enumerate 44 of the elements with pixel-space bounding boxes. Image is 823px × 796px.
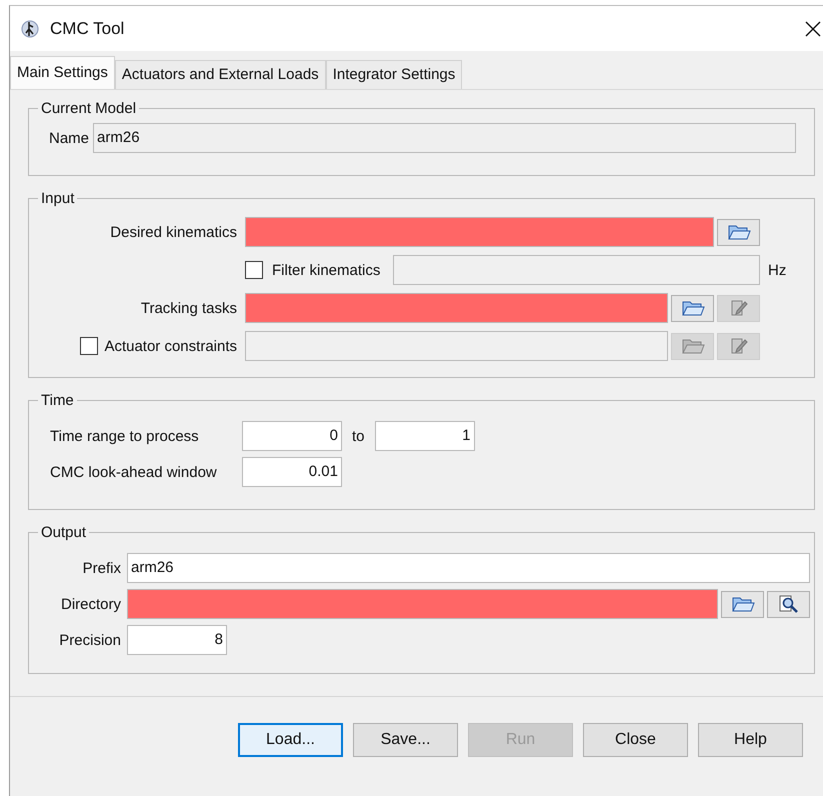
folder-icon <box>726 223 750 241</box>
field-label: Precision <box>58 632 121 648</box>
app-icon <box>20 18 40 38</box>
tab[interactable]: Main Settings <box>10 56 115 89</box>
search-icon <box>776 595 800 613</box>
file-field[interactable] <box>245 217 714 247</box>
file-field[interactable] <box>245 293 668 323</box>
tab[interactable]: Actuators and External Loads <box>114 60 326 89</box>
prefix-field[interactable]: arm26 <box>127 553 810 583</box>
field-label: Prefix <box>82 560 121 576</box>
name-field: arm26 <box>93 123 796 153</box>
end-time-field[interactable]: 1 <box>374 421 475 451</box>
folder-icon <box>680 299 704 317</box>
unit-label: Hz <box>768 262 786 278</box>
window-title: CMC Tool <box>50 18 126 38</box>
open-folder-button[interactable] <box>721 590 764 618</box>
close-icon[interactable] <box>805 20 821 36</box>
dialog-button[interactable]: Close <box>583 723 688 757</box>
field-label: CMC look-ahead window <box>50 464 218 480</box>
folder-icon <box>730 595 754 613</box>
group-title: Output <box>40 524 88 541</box>
field-label: Tracking tasks <box>140 300 237 316</box>
field-label: Time range to process <box>50 428 200 444</box>
directory-field[interactable] <box>127 589 718 619</box>
field-label: Desired kinematics <box>110 224 237 240</box>
open-file-button[interactable] <box>671 294 714 322</box>
field-label: Directory <box>60 596 121 612</box>
window-field[interactable]: 0.01 <box>242 457 342 487</box>
precision-field[interactable]: 8 <box>127 625 227 655</box>
to-label: to <box>352 428 365 444</box>
group-title: Input <box>40 190 76 207</box>
folder-icon <box>680 337 704 355</box>
open-file-button[interactable] <box>717 218 760 246</box>
field-label: Name <box>49 130 90 146</box>
browse-button[interactable] <box>767 590 810 618</box>
start-time-field[interactable]: 0 <box>242 421 342 451</box>
group-title: Time <box>40 392 75 409</box>
dialog-button[interactable]: Help <box>698 723 803 757</box>
checkbox-label: Actuator constraints <box>104 338 237 354</box>
dialog-button[interactable]: Load... <box>238 723 343 757</box>
group-title: Current Model <box>40 100 138 117</box>
checkbox-label: Filter kinematics <box>272 262 380 278</box>
tab[interactable]: Integrator Settings <box>326 60 462 89</box>
dialog-button[interactable]: Save... <box>353 723 458 757</box>
